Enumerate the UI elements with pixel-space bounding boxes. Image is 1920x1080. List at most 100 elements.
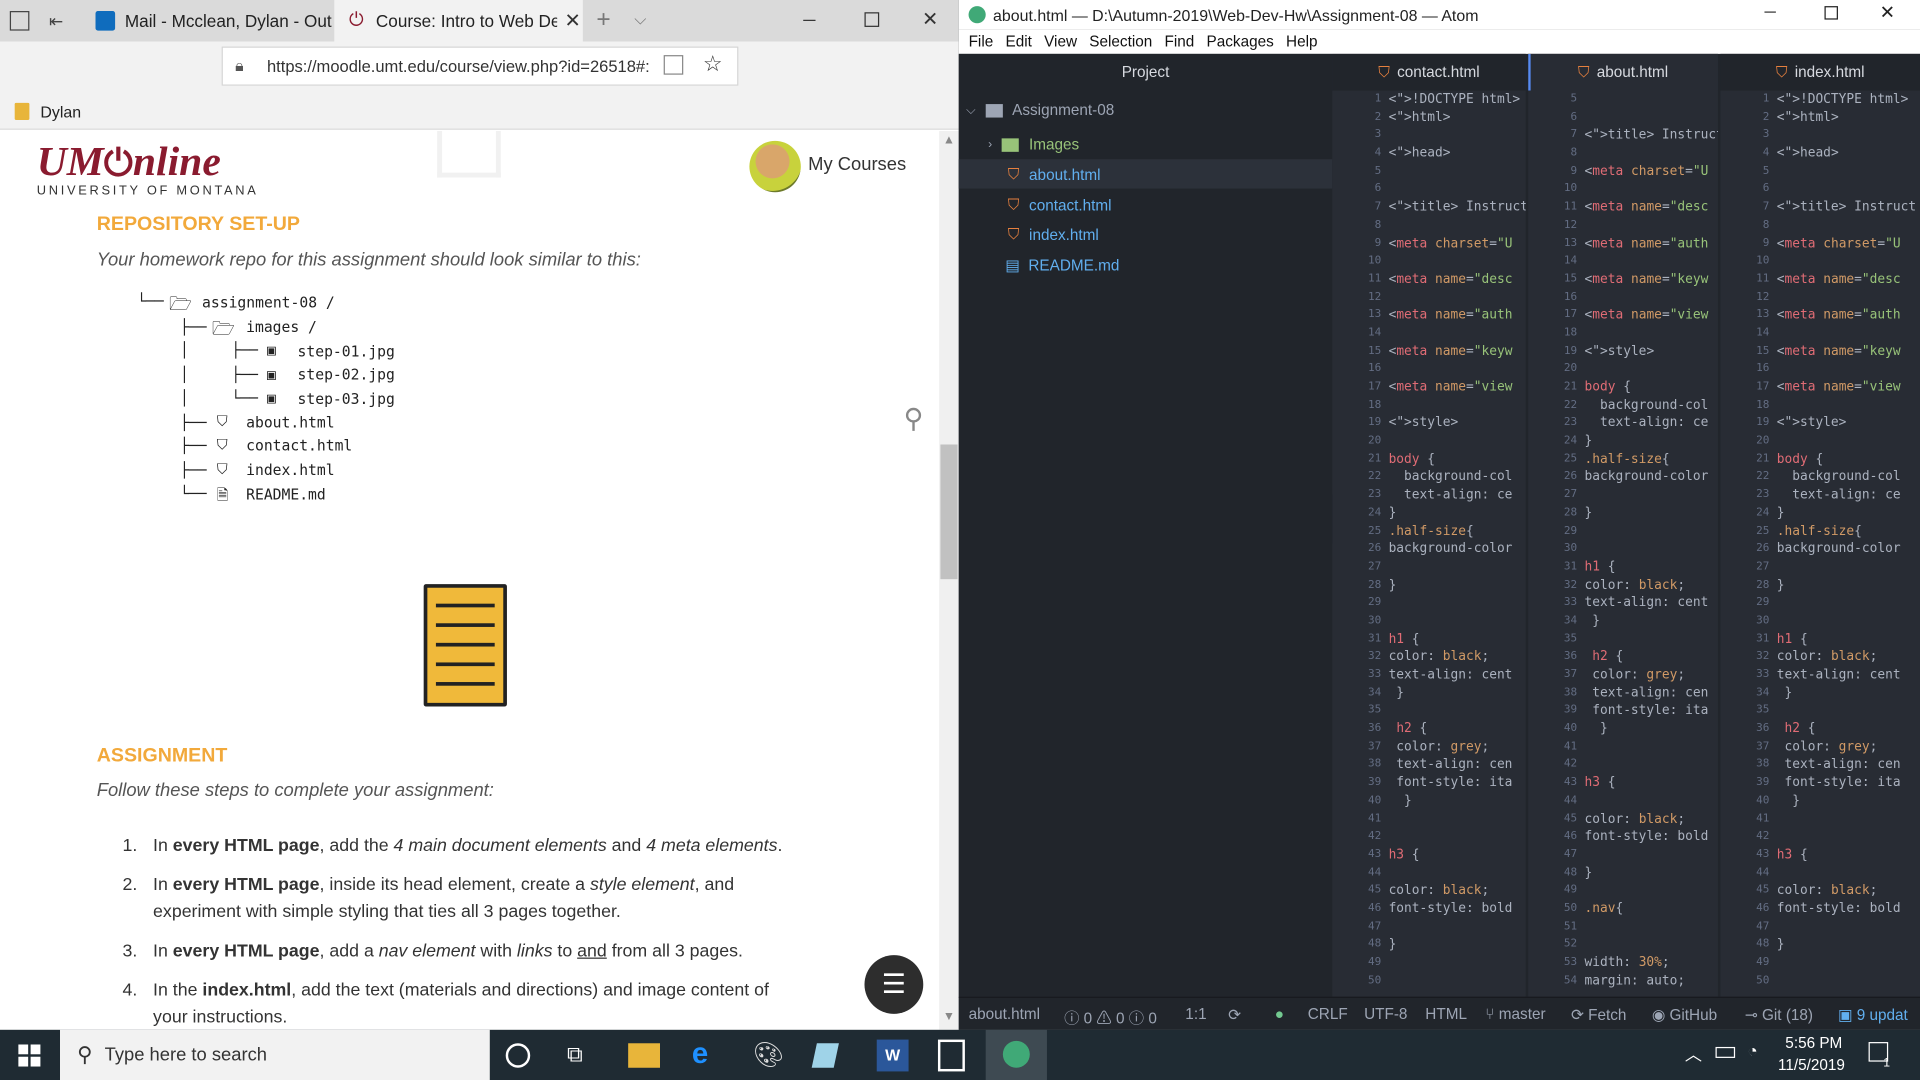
tab-list-chevron-icon[interactable]: ⌵ [634, 10, 646, 30]
code-line[interactable] [1777, 612, 1916, 630]
code-line[interactable] [1389, 810, 1526, 828]
code-line[interactable]: font-style: bold [1389, 900, 1526, 918]
code-line[interactable]: width: 30%; [1584, 954, 1717, 972]
code-line[interactable]: color: black; [1584, 810, 1717, 828]
atom-maximize-icon[interactable] [1824, 6, 1838, 20]
paint-icon[interactable]: 🎨︎ [753, 1040, 785, 1072]
code-line[interactable]: background-col [1777, 468, 1916, 486]
code-line[interactable] [1584, 936, 1717, 954]
tab-close-icon[interactable]: ✕ [564, 9, 580, 33]
code-line[interactable]: } [1584, 432, 1717, 450]
code-line[interactable] [1777, 324, 1916, 342]
code-line[interactable] [1389, 252, 1526, 270]
code-line[interactable]: text-align: cen [1777, 756, 1916, 774]
code-line[interactable]: <meta charset="U [1777, 234, 1916, 252]
tab-course[interactable]: ⏻ Course: Intro to Web De ✕ [334, 0, 583, 42]
code-line[interactable]: <meta name="view [1584, 306, 1717, 324]
code-line[interactable] [1777, 954, 1916, 972]
code-line[interactable] [1584, 756, 1717, 774]
code-line[interactable] [1389, 558, 1526, 576]
status-github[interactable]: ◉ GitHub [1652, 1005, 1717, 1024]
menu-help[interactable]: Help [1286, 33, 1317, 50]
code-line[interactable]: } [1389, 936, 1526, 954]
search-magnifier-icon[interactable]: ⚲ [904, 403, 924, 435]
code-line[interactable] [1389, 612, 1526, 630]
code-line[interactable]: <meta name="desc [1584, 199, 1717, 217]
code-line[interactable]: } [1777, 504, 1916, 522]
code-line[interactable]: text-align: cent [1777, 666, 1916, 684]
code-line[interactable]: } [1777, 792, 1916, 810]
code-line[interactable]: h1 { [1389, 630, 1526, 648]
code-line[interactable]: font-style: bold [1584, 828, 1717, 846]
code-area[interactable]: <">title> Instruct <meta charset="U <met… [1584, 91, 1717, 990]
code-line[interactable]: color: black; [1389, 882, 1526, 900]
editor-pane-index[interactable]: ⛉ index.html 1 2 3 4 5 6 7 8 9 10 11 12 13 14 15 16 17 18 1… [1720, 53, 1920, 997]
code-line[interactable]: <meta name="auth [1584, 234, 1717, 252]
cortana-icon[interactable] [505, 1043, 531, 1068]
code-line[interactable] [1584, 324, 1717, 342]
code-line[interactable]: <">style> [1777, 414, 1916, 432]
code-line[interactable] [1584, 540, 1717, 558]
code-line[interactable] [1777, 252, 1916, 270]
code-line[interactable] [1389, 396, 1526, 414]
task-view-icon[interactable]: ⧉ [567, 1042, 599, 1074]
code-area[interactable]: <">!DOCTYPE html> <">html> <">head> <">ti… [1389, 91, 1526, 990]
code-line[interactable]: background-color [1584, 468, 1717, 486]
tree-file-contact[interactable]: ⛉ contact.html [1008, 196, 1112, 214]
code-line[interactable] [1584, 486, 1717, 504]
code-line[interactable] [1584, 288, 1717, 306]
code-line[interactable]: <">!DOCTYPE html> [1777, 91, 1916, 109]
code-line[interactable]: color: black; [1777, 648, 1916, 666]
project-label[interactable]: Project [959, 64, 1332, 81]
code-line[interactable]: } [1389, 684, 1526, 702]
code-line[interactable] [1584, 360, 1717, 378]
code-line[interactable] [1584, 522, 1717, 540]
code-line[interactable]: font-style: ita [1777, 774, 1916, 792]
code-line[interactable]: <meta name="auth [1389, 306, 1526, 324]
code-line[interactable] [1777, 396, 1916, 414]
code-line[interactable] [1777, 360, 1916, 378]
code-line[interactable]: color: black; [1584, 576, 1717, 594]
tab-about-html[interactable]: ⛉ about.html [1528, 53, 1718, 91]
code-line[interactable]: h3 { [1389, 846, 1526, 864]
code-area[interactable]: <">!DOCTYPE html> <">html> <">head> <">ti… [1777, 91, 1916, 990]
code-line[interactable]: } [1584, 612, 1717, 630]
menu-packages[interactable]: Packages [1207, 33, 1274, 50]
menu-edit[interactable]: Edit [1005, 33, 1031, 50]
calculator-icon[interactable] [937, 1039, 965, 1072]
tab-index-html[interactable]: ⛉ index.html [1720, 53, 1920, 91]
status-grammar[interactable]: HTML [1425, 1005, 1467, 1022]
clock-date[interactable]: 11/5/2019 [1778, 1057, 1845, 1074]
atom-minimize-icon[interactable]: ─ [1764, 2, 1775, 20]
wifi-icon[interactable]: ◔ [1747, 1041, 1757, 1061]
chevron-up-icon[interactable]: ︿ [1685, 1042, 1702, 1066]
code-line[interactable]: } [1584, 864, 1717, 882]
code-line[interactable]: <">head> [1777, 145, 1916, 163]
code-line[interactable] [1389, 217, 1526, 235]
code-line[interactable]: <">html> [1389, 109, 1526, 127]
code-line[interactable]: color: grey; [1389, 738, 1526, 756]
code-line[interactable] [1777, 127, 1916, 145]
code-line[interactable] [1777, 918, 1916, 936]
status-branch[interactable]: ⑂ master [1485, 1005, 1545, 1022]
code-line[interactable]: h2 { [1584, 648, 1717, 666]
code-line[interactable] [1389, 972, 1526, 990]
atom-close-icon[interactable]: ✕ [1880, 1, 1895, 23]
new-tab-icon[interactable]: + [596, 6, 610, 34]
code-line[interactable]: text-align: cen [1389, 756, 1526, 774]
code-line[interactable] [1389, 360, 1526, 378]
word-icon[interactable]: W [876, 1039, 909, 1072]
code-line[interactable]: } [1777, 936, 1916, 954]
code-line[interactable]: background-col [1584, 396, 1717, 414]
code-line[interactable]: } [1777, 684, 1916, 702]
edge-icon[interactable]: e [692, 1037, 724, 1070]
code-line[interactable]: margin: auto; [1584, 972, 1717, 990]
code-line[interactable]: <">head> [1389, 145, 1526, 163]
code-line[interactable] [1777, 432, 1916, 450]
tab-preview-icon[interactable] [9, 11, 30, 31]
clock-time[interactable]: 5:56 PM [1785, 1035, 1842, 1052]
scroll-thumb[interactable] [940, 444, 958, 580]
code-line[interactable] [1389, 864, 1526, 882]
code-line[interactable]: text-align: cent [1584, 594, 1717, 612]
add-favorite-star-icon[interactable]: ☆ [703, 51, 723, 77]
